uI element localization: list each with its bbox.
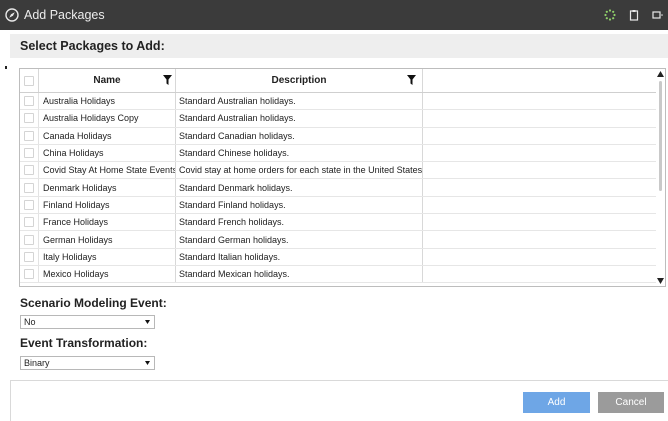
- description-cell: Standard Denmark holidays.: [176, 179, 423, 196]
- table-row[interactable]: Mexico Holidays Standard Mexican holiday…: [20, 265, 665, 284]
- column-header-name[interactable]: Name: [39, 69, 176, 92]
- filter-icon[interactable]: [163, 75, 172, 85]
- description-cell: Standard German holidays.: [176, 231, 423, 248]
- scroll-thumb[interactable]: [659, 81, 662, 191]
- event-transformation-select[interactable]: Binary: [20, 356, 155, 370]
- scenario-modeling-select[interactable]: No: [20, 315, 155, 329]
- table-row[interactable]: China Holidays Standard Chinese holidays…: [20, 144, 665, 163]
- table-row[interactable]: France Holidays Standard French holidays…: [20, 214, 665, 232]
- row-checkbox-cell[interactable]: [20, 162, 39, 179]
- scroll-down-icon[interactable]: [657, 278, 664, 284]
- window-title: Add Packages: [24, 8, 105, 22]
- row-checkbox-cell[interactable]: [20, 265, 39, 283]
- row-checkbox-cell[interactable]: [20, 196, 39, 214]
- table-row[interactable]: Covid Stay At Home State Events Covid st…: [20, 162, 665, 180]
- window-icon[interactable]: [651, 9, 663, 21]
- row-checkbox[interactable]: [24, 113, 34, 124]
- event-transformation-label: Event Transformation:: [20, 336, 148, 350]
- name-cell: Australia Holidays: [39, 93, 176, 110]
- select-all-cell[interactable]: [20, 69, 39, 92]
- scenario-modeling-label: Scenario Modeling Event:: [20, 296, 167, 310]
- add-button[interactable]: Add: [523, 392, 590, 413]
- name-cell: Mexico Holidays: [39, 265, 176, 283]
- grid-header: Name Description: [20, 69, 665, 93]
- row-checkbox-cell[interactable]: [20, 214, 39, 231]
- table-row[interactable]: Australia Holidays Copy Standard Austral…: [20, 110, 665, 128]
- compass-icon: [5, 8, 19, 22]
- name-cell: China Holidays: [39, 144, 176, 162]
- name-cell: German Holidays: [39, 231, 176, 248]
- section-header: Select Packages to Add:: [10, 34, 668, 58]
- select-all-checkbox[interactable]: [24, 75, 34, 86]
- column-header-description[interactable]: Description: [176, 69, 423, 92]
- table-row[interactable]: Finland Holidays Standard Finland holida…: [20, 196, 665, 215]
- description-cell: Standard Canadian holidays.: [176, 127, 423, 144]
- row-checkbox[interactable]: [24, 165, 34, 176]
- column-header-label: Description: [271, 75, 327, 86]
- row-checkbox-cell[interactable]: [20, 179, 39, 196]
- column-header-label: Name: [93, 75, 121, 86]
- name-cell: Denmark Holidays: [39, 179, 176, 196]
- row-checkbox-cell[interactable]: [20, 248, 39, 265]
- chevron-down-icon: [145, 320, 150, 324]
- description-cell: Standard Mexican holidays.: [176, 265, 423, 283]
- description-cell: Standard Australian holidays.: [176, 93, 423, 110]
- name-cell: Covid Stay At Home State Events: [39, 162, 176, 179]
- packages-grid: Name Description Australia Holidays Stan…: [19, 68, 666, 287]
- description-cell: Standard Chinese holidays.: [176, 144, 423, 162]
- add-packages-dialog: Add Packages Select Packages to Add: Nam…: [0, 0, 668, 421]
- row-checkbox[interactable]: [24, 234, 34, 245]
- row-checkbox-cell[interactable]: [20, 231, 39, 248]
- description-cell: Standard French holidays.: [176, 214, 423, 231]
- row-checkbox[interactable]: [24, 96, 34, 107]
- row-checkbox[interactable]: [24, 148, 34, 159]
- table-row[interactable]: German Holidays Standard German holidays…: [20, 231, 665, 249]
- row-checkbox-cell[interactable]: [20, 93, 39, 110]
- cancel-button[interactable]: Cancel: [598, 392, 664, 413]
- name-cell: Australia Holidays Copy: [39, 110, 176, 127]
- title-bar: Add Packages: [0, 0, 668, 30]
- row-checkbox-cell[interactable]: [20, 144, 39, 162]
- row-checkbox[interactable]: [24, 199, 34, 210]
- name-cell: France Holidays: [39, 214, 176, 231]
- table-row[interactable]: Canada Holidays Standard Canadian holida…: [20, 127, 665, 145]
- table-row[interactable]: Italy Holidays Standard Italian holidays…: [20, 248, 665, 266]
- row-checkbox[interactable]: [24, 217, 34, 228]
- row-checkbox-cell[interactable]: [20, 127, 39, 144]
- name-cell: Finland Holidays: [39, 196, 176, 214]
- name-cell: Canada Holidays: [39, 127, 176, 144]
- chevron-down-icon: [145, 361, 150, 365]
- description-cell: Covid stay at home orders for each state…: [176, 162, 423, 179]
- table-row[interactable]: Australia Holidays Standard Australian h…: [20, 93, 665, 111]
- row-checkbox[interactable]: [24, 130, 34, 141]
- spinner-icon: [604, 9, 616, 21]
- event-transformation-value: Binary: [24, 358, 50, 368]
- filter-icon[interactable]: [407, 75, 416, 85]
- row-checkbox-cell[interactable]: [20, 110, 39, 127]
- grid-scrollbar[interactable]: [656, 69, 665, 286]
- clipboard-icon[interactable]: [628, 9, 640, 21]
- grid-body: Australia Holidays Standard Australian h…: [20, 93, 665, 284]
- row-checkbox[interactable]: [24, 251, 34, 262]
- table-row[interactable]: Denmark Holidays Standard Denmark holida…: [20, 179, 665, 197]
- name-cell: Italy Holidays: [39, 248, 176, 265]
- scroll-up-icon[interactable]: [657, 71, 664, 77]
- description-cell: Standard Italian holidays.: [176, 248, 423, 265]
- row-checkbox[interactable]: [24, 182, 34, 193]
- description-cell: Standard Finland holidays.: [176, 196, 423, 214]
- row-checkbox[interactable]: [24, 269, 34, 280]
- scenario-modeling-value: No: [24, 317, 36, 327]
- divider-mark: [5, 66, 7, 69]
- description-cell: Standard Australian holidays.: [176, 110, 423, 127]
- section-title: Select Packages to Add:: [20, 39, 165, 53]
